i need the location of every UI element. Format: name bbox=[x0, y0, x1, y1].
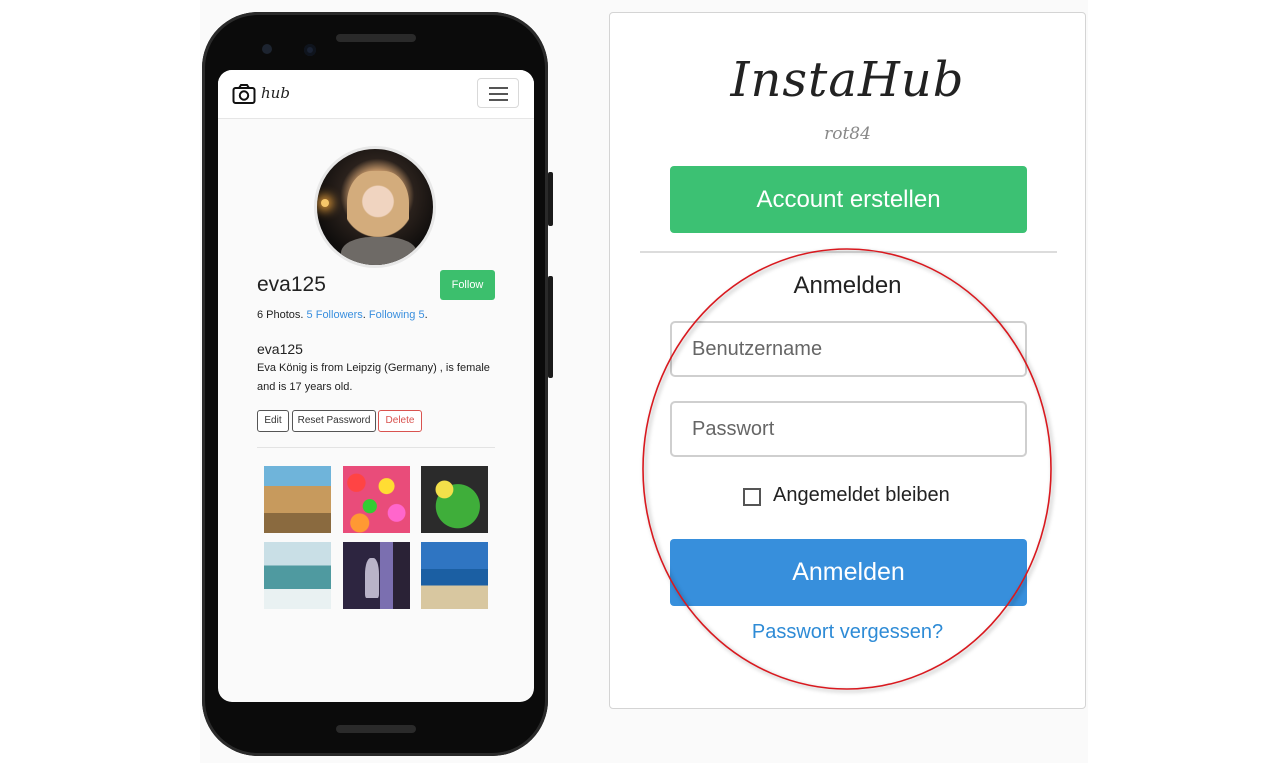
highlight-ellipse bbox=[642, 248, 1052, 690]
highlight-circle bbox=[642, 248, 1052, 690]
